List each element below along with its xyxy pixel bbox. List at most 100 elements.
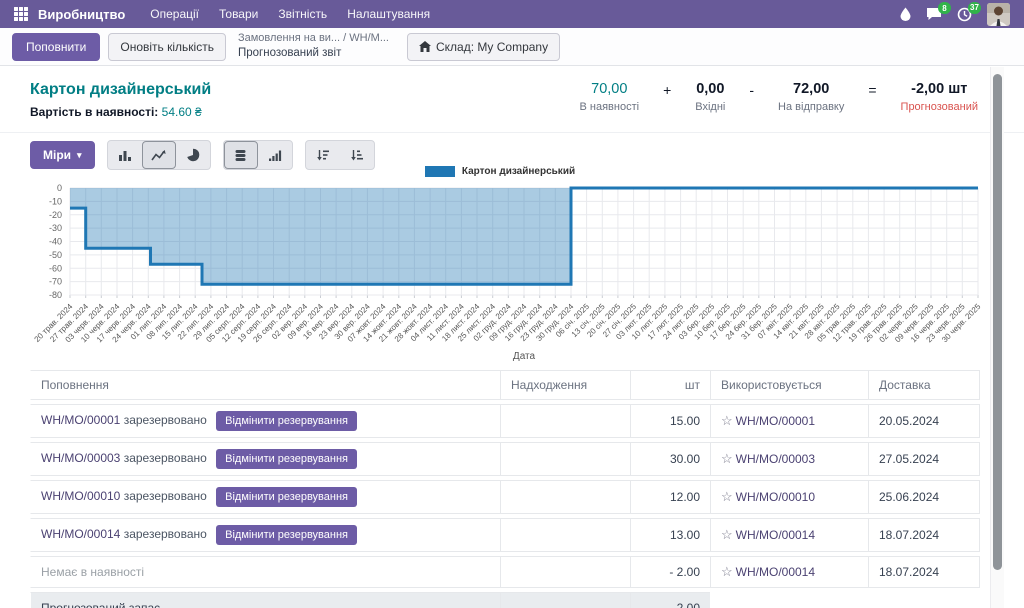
star-icon[interactable]: ☆ [721, 527, 733, 542]
delivery-cell: 18.07.2024 [868, 556, 980, 588]
delivery-cell: 27.05.2024 [868, 442, 980, 476]
nav-item-reporting[interactable]: Звітність [269, 3, 336, 25]
svg-text:-80: -80 [49, 290, 62, 300]
breadcrumb: Замовлення на ви... / WH/M... Прогнозова… [238, 32, 389, 60]
row-label: Немає в наявності [41, 565, 144, 579]
qty-cell: 30.00 [630, 442, 710, 476]
replenishment-link[interactable]: WH/MO/00014 [41, 527, 120, 541]
used-by-link[interactable]: WH/MO/00001 [736, 414, 815, 428]
product-title: Картон дизайнерський [30, 81, 211, 99]
svg-text:-10: -10 [49, 196, 62, 206]
product-info: Картон дизайнерський Вартість в наявност… [30, 81, 211, 132]
used-by-link[interactable]: WH/MO/00014 [736, 528, 815, 542]
app-name[interactable]: Виробництво [38, 7, 125, 22]
stacked-database-button[interactable] [224, 141, 258, 169]
top-navbar: Виробництво ОпераціїТовариЗвітністьНалаш… [0, 0, 1024, 28]
svg-text:-30: -30 [49, 223, 62, 233]
table-row: Немає в наявності- 2.00☆WH/MO/0001418.07… [30, 556, 980, 588]
svg-text:Дата: Дата [513, 351, 536, 362]
vertical-scrollbar[interactable] [990, 67, 1004, 608]
pie-chart-button[interactable] [176, 141, 210, 169]
forecast-stats: 70,00 В наявності + 0,00 Вхідні - 72,00 … [580, 81, 978, 132]
stat-on-hand: 70,00 В наявності [580, 81, 640, 113]
breadcrumb-parents[interactable]: Замовлення на ви... / WH/M... [238, 32, 389, 46]
replenish-button[interactable]: Поповнити [12, 33, 100, 61]
activities-badge: 37 [968, 2, 981, 14]
delivery-cell: 25.06.2024 [868, 480, 980, 514]
column-header-2: шт [630, 370, 710, 400]
receipt-cell [500, 518, 630, 552]
line-chart-button[interactable] [142, 141, 176, 169]
svg-text:-60: -60 [49, 263, 62, 273]
sort-asc-icon[interactable] [340, 141, 374, 169]
activities-clock-icon[interactable]: 37 [957, 7, 972, 22]
scrollbar-thumb[interactable] [993, 74, 1002, 570]
svg-text:-50: -50 [49, 250, 62, 260]
column-header-1: Надходження [500, 370, 630, 400]
sort-desc-icon[interactable] [306, 141, 340, 169]
star-icon[interactable]: ☆ [721, 451, 733, 466]
measures-button[interactable]: Міри ▾ [30, 141, 95, 169]
stat-outgoing: 72,00 На відправку [778, 81, 844, 113]
home-icon [419, 41, 431, 52]
reserved-label: зарезервовано [120, 527, 210, 541]
bar-chart-button[interactable] [108, 141, 142, 169]
unreserve-button[interactable]: Відмінити резервування [216, 449, 357, 469]
unreserve-button[interactable]: Відмінити резервування [216, 411, 357, 431]
apps-grid-icon[interactable] [14, 7, 28, 21]
used-by-cell: ☆WH/MO/00001 [710, 404, 868, 438]
replenishment-link[interactable]: WH/MO/00010 [41, 489, 120, 503]
used-by-cell [710, 592, 868, 608]
replenishment-link[interactable]: WH/MO/00001 [41, 413, 120, 427]
forecast-table: ПоповненняНадходженняштВикористовуєтьсяД… [30, 366, 980, 608]
table-header-row: ПоповненняНадходженняштВикористовуєтьсяД… [30, 370, 980, 400]
qty-cell: -2.00 [630, 592, 710, 608]
warehouse-filter-button[interactable]: Склад: My Company [407, 33, 560, 61]
receipt-cell [500, 556, 630, 588]
reserved-label: зарезервовано [120, 451, 210, 465]
forecast-chart: 0-10-20-30-40-50-60-70-8020 трав. 202427… [6, 176, 1006, 364]
column-header-3: Використовується [710, 370, 868, 400]
forecast-value: -2,00 шт [901, 81, 978, 97]
delivery-cell: 18.07.2024 [868, 518, 980, 552]
svg-text:-40: -40 [49, 237, 62, 247]
star-icon[interactable]: ☆ [721, 413, 733, 428]
nav-item-settings[interactable]: Налаштування [338, 3, 439, 25]
table-row: Прогнозований запас-2.00 [30, 592, 980, 608]
used-by-cell: ☆WH/MO/00003 [710, 442, 868, 476]
nav-item-products[interactable]: Товари [210, 3, 267, 25]
cumulative-signal-button[interactable] [258, 141, 292, 169]
stock-value-amount: 54.60 ₴ [162, 105, 202, 119]
replenishment-link[interactable]: WH/MO/00003 [41, 451, 120, 465]
table-row: WH/MO/00010 зарезервовано Відмінити резе… [30, 480, 980, 514]
on-hand-value[interactable]: 70,00 [580, 81, 640, 97]
plus-operator: + [663, 82, 671, 98]
qty-cell: 13.00 [630, 518, 710, 552]
qty-cell: 15.00 [630, 404, 710, 438]
receipt-cell [500, 480, 630, 514]
droplet-icon[interactable] [900, 7, 911, 21]
receipt-cell [500, 592, 630, 608]
column-header-4: Доставка [868, 370, 980, 400]
unreserve-button[interactable]: Відмінити резервування [216, 487, 357, 507]
update-quantity-button[interactable]: Оновіть кількість [108, 33, 226, 61]
used-by-link[interactable]: WH/MO/00014 [736, 565, 815, 579]
nav-item-operations[interactable]: Операції [141, 3, 208, 25]
star-icon[interactable]: ☆ [721, 489, 733, 504]
used-by-link[interactable]: WH/MO/00003 [736, 452, 815, 466]
navbar-right: 8 37 [900, 3, 1014, 26]
used-by-cell: ☆WH/MO/00014 [710, 556, 868, 588]
star-icon[interactable]: ☆ [721, 564, 733, 579]
user-avatar[interactable] [987, 3, 1010, 26]
svg-text:0: 0 [57, 183, 62, 193]
equals-operator: = [868, 82, 876, 98]
messages-icon[interactable]: 8 [926, 7, 942, 21]
stat-incoming: 0,00 Вхідні [695, 81, 725, 113]
qty-cell: 12.00 [630, 480, 710, 514]
unreserve-button[interactable]: Відмінити резервування [216, 525, 357, 545]
forecast-label: Прогнозований [901, 101, 978, 113]
main-menu: ОпераціїТовариЗвітністьНалаштування [141, 3, 439, 25]
used-by-link[interactable]: WH/MO/00010 [736, 490, 815, 504]
used-by-cell: ☆WH/MO/00010 [710, 480, 868, 514]
qty-cell: - 2.00 [630, 556, 710, 588]
